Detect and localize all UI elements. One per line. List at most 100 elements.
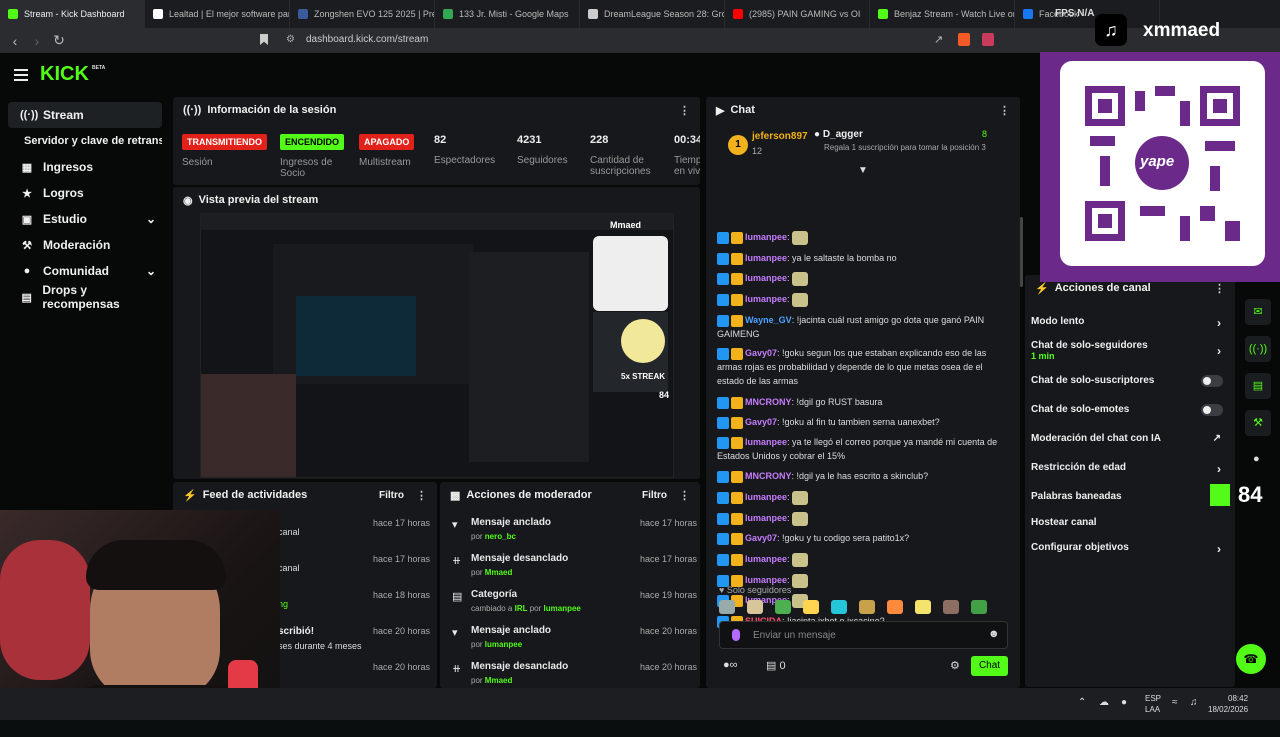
chat-username[interactable]: Gavy07 xyxy=(745,348,777,358)
infinity-icon[interactable]: ●∞ xyxy=(723,659,738,671)
pin-icon[interactable]: ▤ xyxy=(1245,373,1271,399)
broadcast-icon[interactable]: ((·)) xyxy=(1245,336,1271,362)
chat-username[interactable]: lumanpee xyxy=(745,294,787,304)
chat-username[interactable]: Wayne_GV xyxy=(745,315,792,325)
pin-collapse-icon[interactable]: ▼ xyxy=(858,165,868,176)
bookmark-icon[interactable] xyxy=(260,34,268,45)
browser-tab[interactable]: Benjaz Stream - Watch Live on xyxy=(870,0,1015,28)
action-subs-only[interactable]: Chat de solo-suscriptores xyxy=(1031,375,1231,387)
chat-username[interactable]: MNCRONY xyxy=(745,397,792,407)
action-ai-moderation[interactable]: Moderación del chat con IA ↗ xyxy=(1031,433,1231,444)
sidebar-item-moderacion[interactable]: ⚒ Moderación xyxy=(8,232,162,258)
action-host-channel[interactable]: Hostear canal xyxy=(1031,517,1231,528)
emote-icon[interactable] xyxy=(775,599,791,614)
emote-icon[interactable] xyxy=(915,599,931,614)
gifter-name[interactable]: ● D_agger xyxy=(814,129,863,140)
wifi-icon[interactable]: ≈ xyxy=(1172,697,1178,708)
stream-preview-video[interactable]: Mmaed 5x STREAK 84 xyxy=(200,213,674,478)
drops-icon[interactable]: ● xyxy=(1253,453,1260,465)
more-options-icon[interactable]: ⋮ xyxy=(416,489,427,502)
action-age-restriction[interactable]: Restricción de edad › xyxy=(1031,462,1231,476)
mic-icon[interactable] xyxy=(732,629,740,641)
clock[interactable]: 08:42 18/02/2026 xyxy=(1208,693,1248,715)
emoji-icon[interactable]: ☻ xyxy=(988,628,1000,640)
site-info-icon[interactable]: ⚙ xyxy=(286,34,295,45)
chat-username[interactable]: lumanpee xyxy=(745,575,787,585)
emote-icon[interactable] xyxy=(803,599,819,614)
points-display[interactable]: ▤ 0 xyxy=(766,659,786,672)
emote-icon[interactable] xyxy=(859,599,875,614)
emote-icon[interactable] xyxy=(971,599,987,614)
share-icon[interactable]: ↗ xyxy=(934,33,943,46)
mod-action-user[interactable]: nero_bc xyxy=(485,532,516,541)
sidebar-item-ingresos[interactable]: ▦ Ingresos xyxy=(8,154,162,180)
brave-rewards-icon[interactable] xyxy=(982,33,994,46)
action-followers-only[interactable]: Chat de solo-seguidores 1 min › xyxy=(1031,340,1231,361)
emotes-only-toggle[interactable] xyxy=(1201,404,1223,416)
sidebar-item-logros[interactable]: ★ Logros xyxy=(8,180,162,206)
chat-bubble-icon[interactable]: ✉ xyxy=(1245,299,1271,325)
more-options-icon[interactable]: ⋮ xyxy=(999,104,1010,117)
chat-username[interactable]: MNCRONY xyxy=(745,471,792,481)
brave-shield-icon[interactable] xyxy=(958,33,970,46)
cloud-icon[interactable]: ☁ xyxy=(1099,697,1109,708)
url-text[interactable]: dashboard.kick.com/stream xyxy=(306,34,428,45)
browser-tab[interactable]: Zongshen EVO 125 2025 | Prec xyxy=(290,0,435,28)
action-slow-mode[interactable]: Modo lento › xyxy=(1031,316,1231,330)
browser-tab[interactable]: (2985) PAIN GAMING vs OI xyxy=(725,0,870,28)
chat-username[interactable]: lumanpee xyxy=(745,437,787,447)
subs-only-toggle[interactable] xyxy=(1201,375,1223,387)
menu-icon[interactable] xyxy=(14,69,28,81)
emote-icon[interactable] xyxy=(719,599,735,614)
mod-action-user[interactable]: Mmaed xyxy=(485,676,513,685)
filter-button[interactable]: Filtro xyxy=(379,490,404,501)
language-indicator[interactable]: ESP LAA xyxy=(1145,693,1161,715)
browser-tab[interactable]: DreamLeague Season 28: Grou xyxy=(580,0,725,28)
help-icon[interactable]: ☎ xyxy=(1236,644,1266,674)
chat-username[interactable]: Gavy07 xyxy=(745,533,777,543)
more-options-icon[interactable]: ⋮ xyxy=(1214,282,1225,295)
mod-action-user[interactable]: IRL xyxy=(515,604,528,613)
chat-username[interactable]: lumanpee xyxy=(745,554,787,564)
chat-username[interactable]: lumanpee xyxy=(745,273,787,283)
mod-action-user[interactable]: lumanpee xyxy=(485,640,522,649)
more-options-icon[interactable]: ⋮ xyxy=(679,489,690,502)
chat-scrollbar[interactable] xyxy=(1020,217,1023,287)
browser-tab[interactable]: 133 Jr. Misti - Google Maps xyxy=(435,0,580,28)
browser-tab[interactable]: Stream - Kick Dashboard xyxy=(0,0,145,28)
chat-username[interactable]: lumanpee xyxy=(745,492,787,502)
action-banned-words[interactable]: Palabras baneadas xyxy=(1031,491,1231,502)
sidebar-item-stream[interactable]: ((·)) Stream xyxy=(8,102,162,128)
more-options-icon[interactable]: ⋮ xyxy=(679,104,690,117)
sidebar-item-estudio[interactable]: ▣ Estudio ⌄ xyxy=(8,206,162,232)
mod-action-user[interactable]: lumanpee xyxy=(544,604,581,613)
filter-button[interactable]: Filtro xyxy=(642,490,667,501)
browser-tab[interactable]: Lealtad | El mejor software para xyxy=(145,0,290,28)
chat-username[interactable]: lumanpee xyxy=(745,232,787,242)
emote-icon[interactable] xyxy=(943,599,959,614)
top-gifter-name[interactable]: jeferson897 xyxy=(752,131,808,142)
mod-action-user[interactable]: Mmaed xyxy=(485,568,513,577)
send-chat-button[interactable]: Chat xyxy=(971,656,1008,676)
chat-input[interactable]: Enviar un mensaje ☻ xyxy=(719,621,1008,649)
chat-username[interactable]: lumanpee xyxy=(745,253,787,263)
kick-logo[interactable]: KICK xyxy=(40,63,89,86)
forward-icon[interactable]: › xyxy=(26,33,48,49)
wrench-icon[interactable]: ⚒ xyxy=(1245,410,1271,436)
emote-icon[interactable] xyxy=(887,599,903,614)
reload-icon[interactable]: ↻ xyxy=(48,32,70,49)
action-emotes-only[interactable]: Chat de solo-emotes xyxy=(1031,404,1231,416)
sidebar-item-comunidad[interactable]: ● Comunidad ⌄ xyxy=(8,258,162,284)
sidebar-item-server-key[interactable]: Servidor y clave de retransmisión xyxy=(8,128,162,154)
tray-chevron-icon[interactable]: ⌃ xyxy=(1078,697,1086,708)
gear-icon[interactable]: ⚙ xyxy=(950,659,960,672)
chat-username[interactable]: lumanpee xyxy=(745,513,787,523)
volume-icon[interactable]: ♫ xyxy=(1190,697,1198,708)
chat-username[interactable]: Gavy07 xyxy=(745,417,777,427)
action-goals[interactable]: Configurar objetivos › xyxy=(1031,542,1231,556)
back-icon[interactable]: ‹ xyxy=(4,33,26,49)
emote-icon[interactable] xyxy=(747,599,763,614)
emote-icon[interactable] xyxy=(831,599,847,614)
sidebar-item-drops[interactable]: ▤ Drops y recompensas xyxy=(8,283,162,311)
mic-icon[interactable]: ● xyxy=(1121,697,1127,708)
